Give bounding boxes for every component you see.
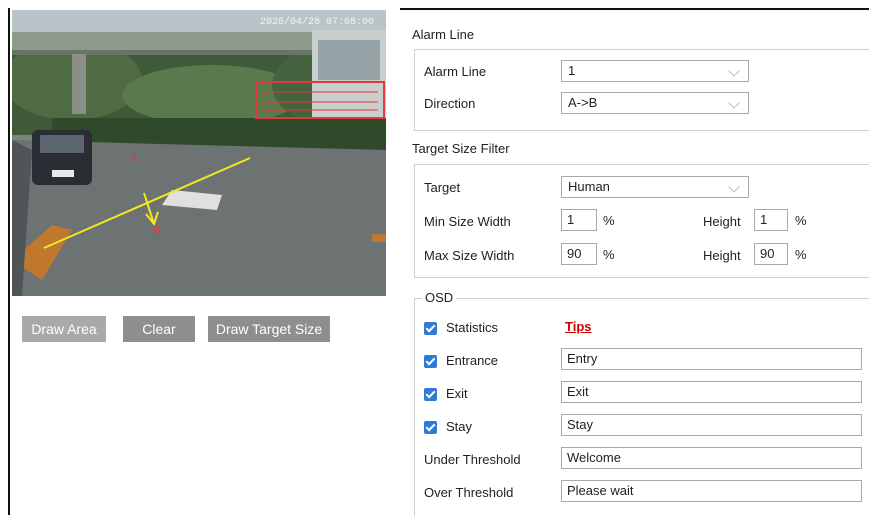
target-value: Human	[568, 179, 610, 194]
direction-label: Direction	[424, 96, 476, 111]
under-threshold-input[interactable]: Welcome	[561, 447, 862, 469]
direction-value: A->B	[568, 95, 598, 110]
entrance-input[interactable]: Entry	[561, 348, 862, 370]
timestamp-overlay: 2020/04/28 07:08:00	[260, 16, 374, 28]
max-width-unit: %	[603, 247, 615, 262]
min-height-input[interactable]: 1	[754, 209, 788, 231]
draw-target-size-button[interactable]: Draw Target Size	[208, 316, 330, 342]
alarm-line-section-title: Alarm Line	[412, 27, 475, 42]
alarm-line-value: 1	[568, 63, 576, 78]
max-height-unit: %	[795, 247, 807, 262]
min-width-input[interactable]: 1	[561, 209, 597, 231]
max-height-input[interactable]: 90	[754, 243, 788, 265]
entrance-label: Entrance	[446, 353, 499, 368]
direction-select[interactable]: A->B	[561, 92, 749, 114]
min-height-unit: %	[795, 213, 807, 228]
target-select[interactable]: Human	[561, 176, 749, 198]
under-threshold-label: Under Threshold	[424, 452, 521, 467]
max-height-label: Height	[703, 248, 741, 263]
statistics-label: Statistics	[446, 320, 499, 335]
max-size-width-label: Max Size Width	[424, 248, 515, 263]
min-width-unit: %	[603, 213, 615, 228]
frame-left-border	[8, 8, 10, 515]
stay-label: Stay	[446, 419, 473, 434]
chevron-down-icon	[728, 97, 740, 109]
point-a-label: A	[130, 153, 138, 165]
clear-button[interactable]: Clear	[123, 316, 195, 342]
video-preview[interactable]: A B 2020/04/28 07:08:00	[12, 10, 386, 296]
entrance-checkbox[interactable]	[424, 355, 437, 368]
statistics-checkbox[interactable]	[424, 322, 437, 335]
exit-label: Exit	[446, 386, 468, 401]
camera-scene: A B 2020/04/28 07:08:00	[12, 10, 386, 296]
over-threshold-input[interactable]: Please wait	[561, 480, 862, 502]
target-size-section-title: Target Size Filter	[412, 141, 510, 156]
max-width-input[interactable]: 90	[561, 243, 597, 265]
min-height-label: Height	[703, 214, 741, 229]
exit-input[interactable]: Exit	[561, 381, 862, 403]
target-label: Target	[424, 180, 461, 195]
draw-area-button[interactable]: Draw Area	[22, 316, 106, 342]
alarm-line-label: Alarm Line	[424, 64, 487, 79]
osd-section-title: OSD	[422, 290, 457, 305]
stay-checkbox[interactable]	[424, 421, 437, 434]
over-threshold-label: Over Threshold	[424, 485, 514, 500]
chevron-down-icon	[728, 181, 740, 193]
min-size-width-label: Min Size Width	[424, 214, 511, 229]
stay-input[interactable]: Stay	[561, 414, 862, 436]
tips-link[interactable]: Tips	[565, 319, 592, 334]
exit-checkbox[interactable]	[424, 388, 437, 401]
alarm-line-select[interactable]: 1	[561, 60, 749, 82]
point-b-label: B	[153, 225, 160, 237]
chevron-down-icon	[728, 65, 740, 77]
frame-top-border	[400, 8, 869, 10]
